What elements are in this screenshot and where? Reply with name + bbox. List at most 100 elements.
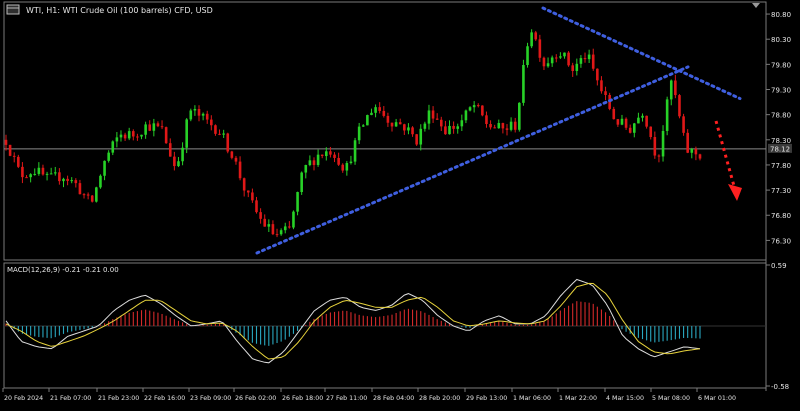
candle-body xyxy=(53,172,57,174)
chart-title: WTI, H1: WTI Crude Oil (100 barrels) CFD… xyxy=(26,6,213,15)
candle-body xyxy=(686,132,689,153)
candle-body xyxy=(456,126,460,129)
candle-body xyxy=(205,113,209,120)
candle-body xyxy=(246,190,250,193)
candle-body xyxy=(345,163,349,171)
price-tick-label: 78.80 xyxy=(771,112,791,120)
candle-body xyxy=(210,119,213,126)
time-tick-label: 26 Feb 18:00 xyxy=(282,395,323,402)
candle-body xyxy=(378,107,381,111)
candle-body xyxy=(612,108,616,120)
candle-body xyxy=(29,174,32,178)
candle-body xyxy=(386,115,390,123)
candle-body xyxy=(21,166,24,178)
candle-body xyxy=(222,133,225,135)
time-tick-label: 21 Feb 07:00 xyxy=(50,395,91,402)
candle-body xyxy=(682,116,685,133)
candle-body xyxy=(641,115,644,118)
candle-body xyxy=(398,122,402,125)
candle-body xyxy=(620,118,624,125)
candle-body xyxy=(587,54,591,60)
candle-body xyxy=(485,115,488,125)
candle-body xyxy=(214,125,217,134)
candle-body xyxy=(337,157,340,165)
candle-body xyxy=(628,127,632,133)
candle-body xyxy=(439,119,443,127)
chart-canvas[interactable]: WTI, H1: WTI Crude Oil (100 barrels) CFD… xyxy=(0,0,800,407)
candle-body xyxy=(304,165,308,173)
macd-label: MACD(12,26,9) -0.21 -0.21 0.00 xyxy=(7,266,119,274)
candle-body xyxy=(657,155,661,157)
candle-body xyxy=(103,160,106,176)
candle-body xyxy=(415,134,418,145)
candle-body xyxy=(308,160,312,166)
candle-body xyxy=(361,125,365,127)
candle-body xyxy=(427,110,431,124)
macd-tick-label: -0.58 xyxy=(771,383,789,391)
candle-body xyxy=(649,126,653,138)
current-price-label: 78.12 xyxy=(768,143,792,153)
candle-body xyxy=(341,164,345,171)
price-tick-label: 77.80 xyxy=(771,162,791,170)
candle-body xyxy=(518,102,521,130)
candle-body xyxy=(234,157,238,162)
macd-tick-label: 0.59 xyxy=(771,262,787,270)
time-tick-label: 27 Feb 11:00 xyxy=(326,395,367,402)
candle-body xyxy=(349,161,353,164)
candle-body xyxy=(403,124,406,131)
candle-body xyxy=(509,121,513,130)
candle-body xyxy=(505,128,509,130)
candle-body xyxy=(251,192,254,201)
price-tick-label: 80.80 xyxy=(771,11,791,19)
candle-body xyxy=(58,172,61,182)
candle-body xyxy=(669,80,673,100)
price-tick-label: 79.80 xyxy=(771,61,791,69)
candle-body xyxy=(325,151,328,157)
candle-body xyxy=(123,134,127,139)
candle-body xyxy=(600,80,603,92)
candle-body xyxy=(177,161,180,167)
candle-body xyxy=(575,63,579,71)
candle-body xyxy=(390,122,394,127)
candle-body xyxy=(366,115,369,126)
time-tick-label: 22 Feb 16:00 xyxy=(144,395,185,402)
time-tick-label: 4 Mar 15:00 xyxy=(606,395,644,402)
time-tick-label: 5 Mar 08:00 xyxy=(652,395,690,402)
trading-chart[interactable]: WTI, H1: WTI Crude Oil (100 barrels) CFD… xyxy=(0,0,800,407)
candle-body xyxy=(226,133,230,152)
candle-body xyxy=(148,124,152,131)
candle-body xyxy=(37,167,41,174)
candle-body xyxy=(665,99,669,131)
candle-body xyxy=(452,125,455,129)
candle-body xyxy=(567,52,570,66)
candle-body xyxy=(33,173,37,175)
candle-body xyxy=(82,194,86,196)
candle-body xyxy=(333,154,336,158)
candle-body xyxy=(698,154,702,159)
candle-body xyxy=(218,133,221,135)
candle-body xyxy=(353,140,357,162)
candle-body xyxy=(661,130,665,157)
candle-body xyxy=(419,128,423,145)
candle-body xyxy=(197,109,201,116)
candle-body xyxy=(230,151,234,158)
chart-window-icon[interactable] xyxy=(6,4,20,15)
price-tick-label: 77.30 xyxy=(771,187,791,195)
candle-body xyxy=(616,119,620,125)
candle-body xyxy=(632,123,636,133)
candle-body xyxy=(275,234,279,236)
time-tick-label: 29 Feb 13:00 xyxy=(466,395,507,402)
candle-body xyxy=(12,155,16,157)
candle-body xyxy=(513,121,517,130)
candle-body xyxy=(542,57,546,67)
candle-body xyxy=(168,143,172,157)
candle-body xyxy=(107,152,110,161)
candle-body xyxy=(591,54,595,69)
price-tick-label: 76.80 xyxy=(771,212,791,220)
candle-body xyxy=(283,226,287,231)
candle-body xyxy=(70,180,74,182)
candle-body xyxy=(493,127,496,129)
candle-body xyxy=(382,110,386,116)
candle-body xyxy=(255,200,258,213)
time-tick-label: 28 Feb 04:00 xyxy=(373,395,414,402)
